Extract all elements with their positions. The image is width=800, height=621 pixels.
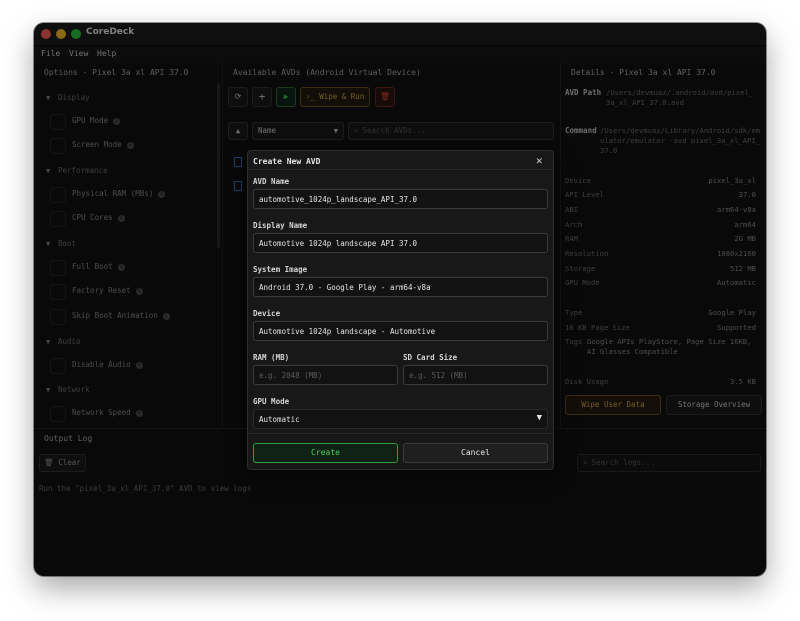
create-avd-dialog: Create New AVD ✕ AVD Name automotive_102… [247, 150, 554, 470]
system-image-select[interactable]: Android 37.0 - Google Play - arm64-v8a [253, 277, 548, 297]
dialog-title: Create New AVD [253, 157, 321, 166]
device-select[interactable]: Automotive 1024p landscape - Automotive [253, 321, 548, 341]
display-name-label: Display Name [253, 221, 308, 230]
avd-name-input[interactable]: automotive_1024p_landscape_API_37.0 [253, 189, 548, 209]
ram-label: RAM (MB) [253, 353, 290, 362]
gpu-mode-label: GPU Mode [253, 397, 290, 406]
dialog-divider [248, 169, 553, 170]
chevron-down-icon: ▼ [536, 413, 542, 423]
avd-name-label: AVD Name [253, 177, 290, 186]
system-image-label: System Image [253, 265, 308, 274]
sd-card-input[interactable]: e.g. 512 (MB) [403, 365, 548, 385]
ram-input[interactable]: e.g. 2048 (MB) [253, 365, 398, 385]
sd-card-label: SD Card Size [403, 353, 458, 362]
dialog-footer-divider [248, 433, 553, 434]
cancel-button[interactable]: Cancel [403, 443, 548, 463]
app-window: CoreDeck File View Help Options - Pixel … [34, 23, 766, 576]
display-name-input[interactable]: Automotive 1024p landscape API 37.0 [253, 233, 548, 253]
gpu-mode-select[interactable]: Automatic ▼ [253, 409, 548, 429]
create-button[interactable]: Create [253, 443, 398, 463]
close-icon[interactable]: ✕ [536, 154, 543, 167]
device-label: Device [253, 309, 281, 318]
